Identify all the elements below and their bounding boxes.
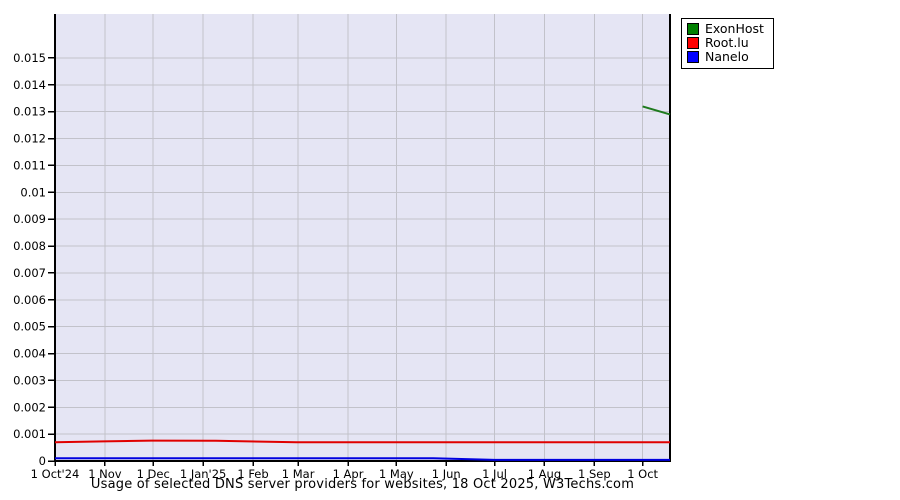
legend: ExonHost Root.lu Nanelo [681, 18, 774, 69]
legend-label-nanelo: Nanelo [705, 49, 749, 64]
chart-title: Usage of selected DNS server providers f… [90, 477, 635, 492]
y-tick-label: 0.015 [13, 51, 46, 65]
y-tick-label: 0.012 [13, 132, 46, 146]
plot-area [55, 14, 670, 461]
legend-item-rootlu: Root.lu [687, 36, 764, 50]
y-tick-label: 0.003 [13, 373, 46, 387]
y-tick-label: 0.005 [13, 320, 46, 334]
y-tick-label: 0.006 [13, 293, 46, 307]
exonhost-color-swatch-icon [687, 23, 699, 35]
y-tick-label: 0.01 [20, 185, 46, 199]
y-tick-label: 0.013 [13, 105, 46, 119]
dns-usage-chart-canvas: 0 0.001 0.002 0.003 0.004 0.005 0.006 0.007 0.00… [0, 0, 900, 500]
dns-usage-trend-plot: 0 0.001 0.002 0.003 0.004 0.005 0.006 0.007 0.00… [13, 14, 671, 481]
y-tick-label: 0.004 [13, 347, 46, 361]
rootlu-color-swatch-icon [687, 37, 699, 49]
y-tick-label: 0.002 [13, 400, 46, 414]
y-tick-label: 0.014 [13, 78, 46, 92]
legend-label-rootlu: Root.lu [705, 35, 749, 50]
legend-item-nanelo: Nanelo [687, 50, 764, 64]
y-tick-label: 0.007 [13, 266, 46, 280]
legend-label-exonhost: ExonHost [705, 21, 764, 36]
y-tick-label: 0.009 [13, 212, 46, 226]
y-tick-label: 0.011 [13, 158, 46, 172]
y-tick-label: 0.008 [13, 239, 46, 253]
y-tick-label: 0.001 [13, 427, 46, 441]
nanelo-color-swatch-icon [687, 51, 699, 63]
legend-item-exonhost: ExonHost [687, 22, 764, 36]
y-tick-label: 0 [39, 454, 46, 468]
